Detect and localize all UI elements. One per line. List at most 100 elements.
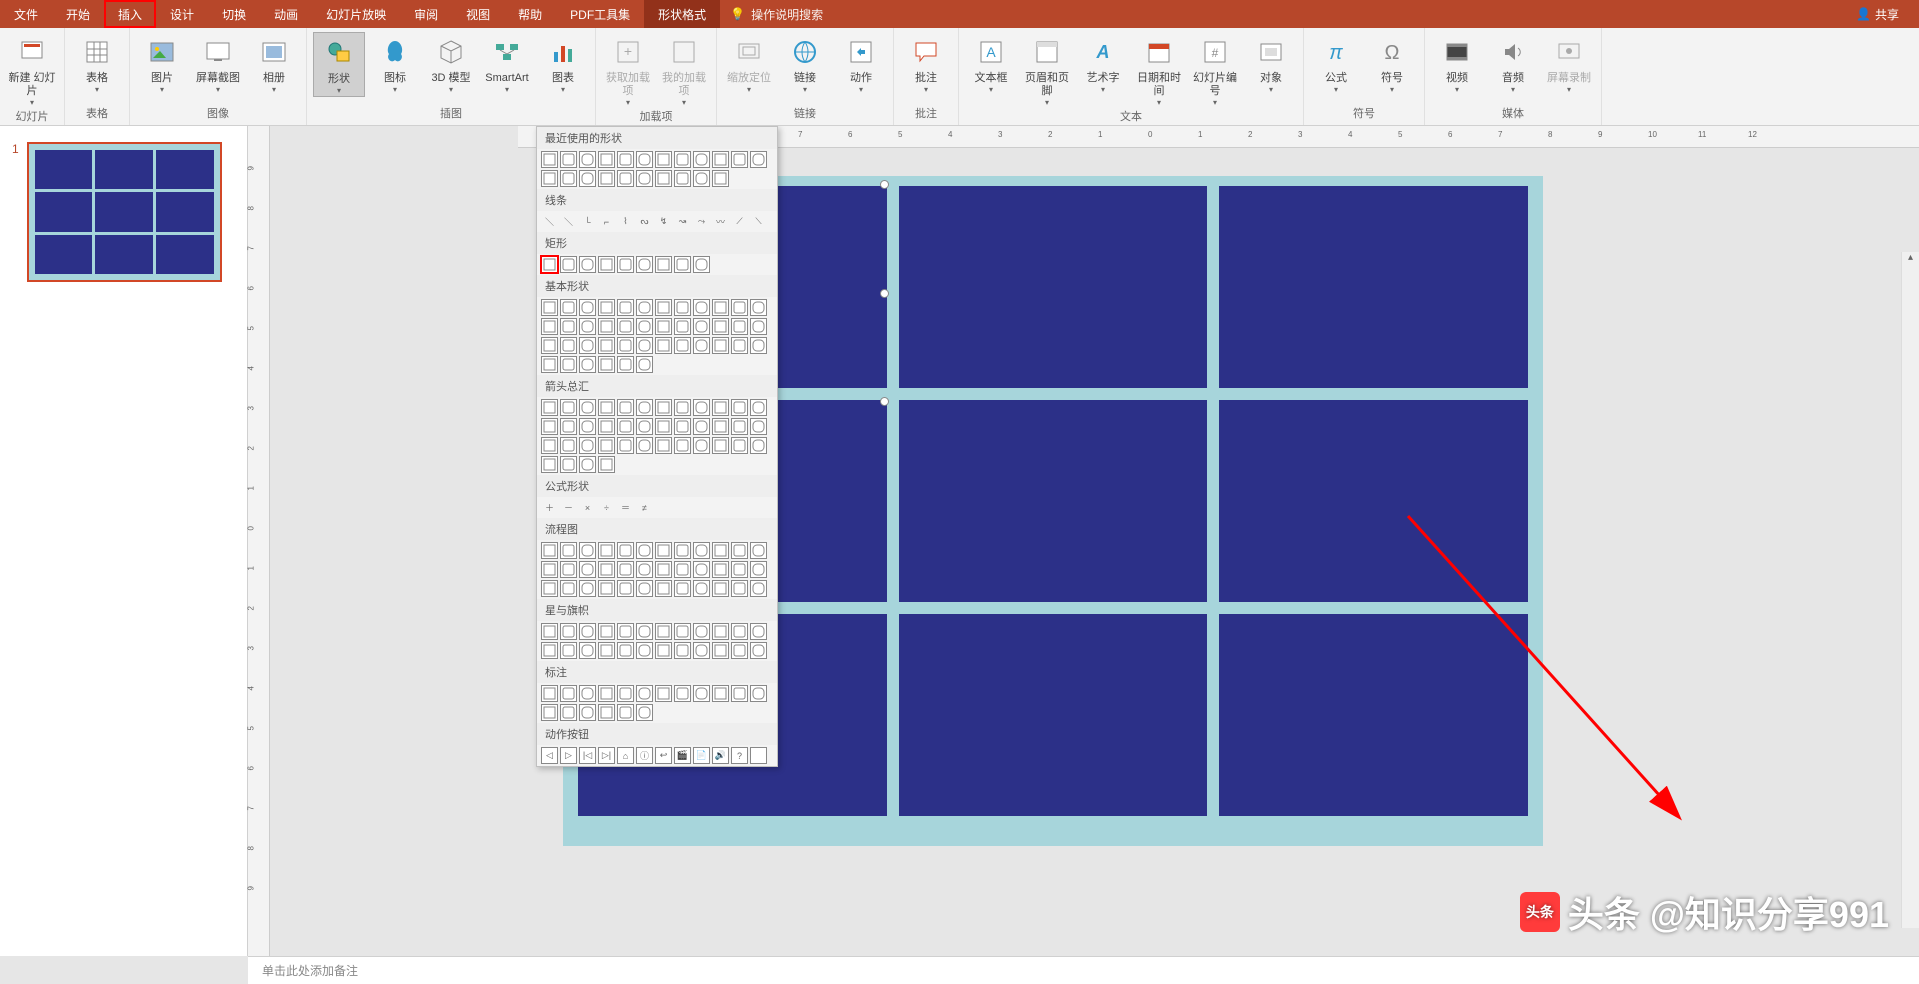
shape-option[interactable] <box>560 580 577 597</box>
shape-option[interactable] <box>541 356 558 373</box>
slide-thumbnail[interactable]: 1 <box>12 142 235 282</box>
shape-option[interactable] <box>560 170 577 187</box>
shape-option[interactable] <box>541 561 558 578</box>
shape-option[interactable] <box>712 318 729 335</box>
shape-option[interactable] <box>598 170 615 187</box>
shape-option[interactable] <box>712 399 729 416</box>
shape-option[interactable] <box>617 623 634 640</box>
shape-option[interactable] <box>636 542 653 559</box>
shape-option[interactable] <box>579 580 596 597</box>
shape-option[interactable] <box>693 337 710 354</box>
shape-option[interactable]: ＼ <box>560 213 577 230</box>
shape-option[interactable] <box>617 580 634 597</box>
shape-option[interactable] <box>674 299 691 316</box>
shape-option[interactable] <box>693 437 710 454</box>
shape-option[interactable]: ↯ <box>655 213 672 230</box>
shape-option[interactable] <box>560 542 577 559</box>
shape-option[interactable] <box>560 437 577 454</box>
ribbon-object-button[interactable]: 对象 <box>1245 32 1297 95</box>
shape-option[interactable]: ⌇ <box>617 213 634 230</box>
shape-option[interactable]: ᔓ <box>636 213 653 230</box>
shape-option[interactable] <box>617 704 634 721</box>
shape-option[interactable]: 〰 <box>712 213 729 230</box>
shape-option[interactable] <box>579 318 596 335</box>
shape-option[interactable] <box>636 170 653 187</box>
shape-option[interactable] <box>541 642 558 659</box>
shape-option[interactable]: ÷ <box>598 499 615 516</box>
shape-option[interactable] <box>731 685 748 702</box>
shape-option[interactable] <box>598 542 615 559</box>
shape-option[interactable] <box>636 318 653 335</box>
shape-option[interactable] <box>655 151 672 168</box>
ribbon-audio-button[interactable]: 音频 <box>1487 32 1539 95</box>
shape-option[interactable] <box>617 685 634 702</box>
shape-option[interactable] <box>598 456 615 473</box>
shape-option[interactable] <box>560 256 577 273</box>
shape-option[interactable] <box>579 170 596 187</box>
shape-option[interactable] <box>541 542 558 559</box>
shape-option[interactable] <box>750 318 767 335</box>
shape-option[interactable]: |◁ <box>579 747 596 764</box>
shape-option[interactable] <box>655 299 672 316</box>
shape-option[interactable] <box>636 418 653 435</box>
shape-option[interactable] <box>560 318 577 335</box>
ribbon-new-slide-button[interactable]: 新建 幻灯片 <box>6 32 58 108</box>
shape-option[interactable] <box>712 542 729 559</box>
tab-file[interactable]: 文件 <box>0 0 52 28</box>
ribbon-wordart-button[interactable]: A艺术字 <box>1077 32 1129 95</box>
resize-handle-se[interactable] <box>880 397 889 406</box>
ribbon-slidenum-button[interactable]: #幻灯片编号 <box>1189 32 1241 108</box>
tab-transitions[interactable]: 切换 <box>208 0 260 28</box>
shape-option[interactable] <box>731 299 748 316</box>
shape-option[interactable]: ＼ <box>541 213 558 230</box>
shape-option[interactable] <box>541 456 558 473</box>
shape-option[interactable] <box>731 623 748 640</box>
shape-option[interactable] <box>598 418 615 435</box>
shape-option[interactable]: ◁ <box>541 747 558 764</box>
ribbon-comment-button[interactable]: 批注 <box>900 32 952 95</box>
shape-option[interactable] <box>712 642 729 659</box>
ribbon-action-button[interactable]: 动作 <box>835 32 887 95</box>
shape-rectangle[interactable] <box>1219 614 1528 816</box>
shape-option[interactable] <box>674 685 691 702</box>
shape-option[interactable] <box>731 642 748 659</box>
shape-option[interactable] <box>560 456 577 473</box>
shape-option[interactable] <box>636 151 653 168</box>
shape-option[interactable] <box>560 623 577 640</box>
shape-option[interactable] <box>712 170 729 187</box>
shape-option[interactable] <box>636 642 653 659</box>
tab-shape-format[interactable]: 形状格式 <box>644 0 720 28</box>
shape-option[interactable] <box>655 256 672 273</box>
shape-option[interactable] <box>693 542 710 559</box>
tab-slideshow[interactable]: 幻灯片放映 <box>312 0 400 28</box>
shape-option[interactable] <box>617 256 634 273</box>
shape-option[interactable] <box>693 642 710 659</box>
ribbon-video-button[interactable]: 视频 <box>1431 32 1483 95</box>
ribbon-textbox-button[interactable]: A文本框 <box>965 32 1017 95</box>
shape-option[interactable] <box>617 356 634 373</box>
shape-option[interactable] <box>731 542 748 559</box>
shape-option[interactable] <box>541 170 558 187</box>
shape-option[interactable] <box>560 399 577 416</box>
shape-option[interactable] <box>579 299 596 316</box>
shape-option[interactable] <box>579 256 596 273</box>
shape-option[interactable] <box>579 418 596 435</box>
resize-handle-e[interactable] <box>880 289 889 298</box>
shape-option[interactable] <box>655 418 672 435</box>
shape-option[interactable] <box>655 561 672 578</box>
shape-option[interactable] <box>579 685 596 702</box>
shape-option[interactable]: 🔊 <box>712 747 729 764</box>
shape-option[interactable] <box>750 561 767 578</box>
shape-option[interactable] <box>560 704 577 721</box>
shape-option[interactable] <box>598 337 615 354</box>
shape-option[interactable] <box>560 356 577 373</box>
tab-view[interactable]: 视图 <box>452 0 504 28</box>
shape-option[interactable] <box>617 437 634 454</box>
shape-option[interactable] <box>655 437 672 454</box>
shape-option[interactable] <box>598 580 615 597</box>
shape-option[interactable] <box>693 170 710 187</box>
shape-option[interactable] <box>674 151 691 168</box>
shape-option[interactable] <box>655 642 672 659</box>
shape-option[interactable] <box>579 151 596 168</box>
shape-option[interactable]: ↝ <box>674 213 691 230</box>
